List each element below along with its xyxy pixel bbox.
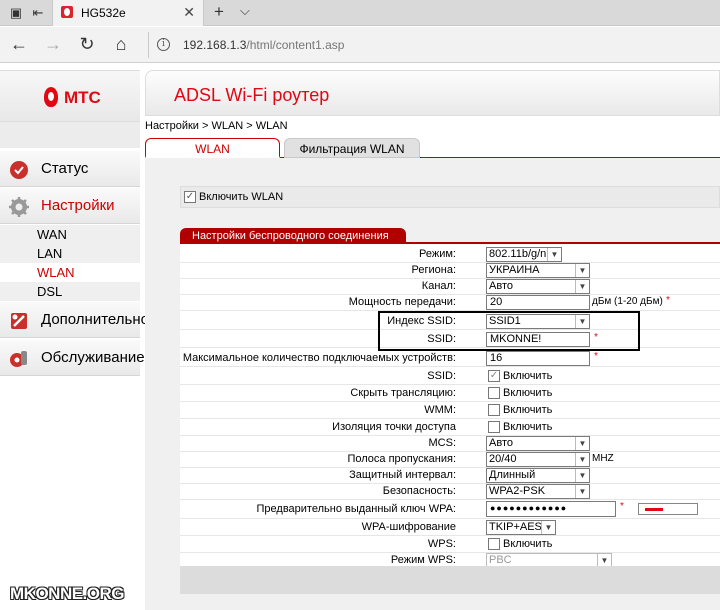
ssid-enable-row: SSID: ✓ Включить — [180, 368, 720, 385]
sidebar: МТС Статус Настройки WAN LAN WLAN DSL До… — [0, 64, 149, 610]
logo: МТС — [0, 70, 140, 122]
tx-power-input[interactable]: 20 — [486, 295, 590, 310]
tab-back-icon[interactable]: ⇤ — [30, 5, 46, 21]
enable-wlan-label: Включить WLAN — [199, 191, 284, 203]
info-icon[interactable]: i — [157, 38, 170, 51]
enable-wlan-checkbox[interactable]: ✓ — [184, 191, 196, 203]
address-bar[interactable]: i 192.168.1.3/html/content1.asp — [148, 32, 720, 58]
forward-arrow-icon[interactable]: → — [42, 33, 64, 55]
wps-row: WPS: Включить — [180, 536, 720, 553]
menu-advanced[interactable]: Дополнительно — [0, 302, 149, 338]
hide-broadcast-row: Скрыть трансляцию: Включить — [180, 385, 720, 402]
enable-wlan-row: ✓ Включить WLAN — [180, 186, 720, 208]
wpa-key-input[interactable]: ●●●●●●●●●●●● — [486, 501, 616, 517]
sidebar-item-lan[interactable]: LAN — [0, 244, 140, 263]
status-icon — [10, 161, 28, 179]
security-row: Безопасность: WPA2-PSK ▼ — [180, 483, 720, 500]
ap-isolation-row: Изоляция точки доступа Включить — [180, 419, 720, 436]
password-strength-bar — [638, 503, 698, 515]
channel-row: Канал: Авто ▼ — [180, 278, 720, 295]
refresh-icon[interactable]: ↻ — [76, 33, 98, 55]
max-devices-row: Максимальное количество подключаемых уст… — [180, 350, 720, 367]
mcs-select[interactable]: Авто ▼ — [486, 436, 590, 451]
guard-interval-row: Защитный интервал: Длинный ▼ — [180, 467, 720, 484]
mode-select[interactable]: 802.11b/g/n ▼ — [486, 247, 562, 262]
menu-status[interactable]: Статус — [0, 151, 140, 187]
bandwidth-row: Полоса пропускания: 20/40 ▼ MHZ — [180, 451, 720, 468]
tab-wlan[interactable]: WLAN — [145, 138, 280, 158]
page-tabs: WLAN Фильтрация WLAN — [145, 138, 720, 158]
sidebar-item-wlan[interactable]: WLAN — [0, 263, 140, 282]
wmm-checkbox[interactable] — [488, 404, 500, 417]
max-devices-input[interactable]: 16 — [486, 351, 590, 366]
breadcrumb: Настройки > WLAN > WLAN — [145, 120, 288, 132]
menu-settings[interactable]: Настройки — [0, 188, 140, 224]
new-tab-icon[interactable]: + — [214, 2, 224, 22]
channel-select[interactable]: Авто ▼ — [486, 279, 590, 294]
watermark: MKONNE.ORG — [10, 584, 125, 603]
mode-row: Режим: 802.11b/g/n ▼ — [180, 246, 720, 263]
bandwidth-select[interactable]: 20/40 ▼ — [486, 452, 590, 467]
region-row: Регионa: УКРАИНА ▼ — [180, 262, 720, 279]
page-title: ADSL Wi-Fi роутер — [174, 85, 330, 105]
hide-broadcast-checkbox[interactable] — [488, 387, 500, 400]
settings-submenu: WAN LAN WLAN DSL — [0, 225, 140, 301]
menu-maintenance[interactable]: Обслуживание — [0, 340, 145, 376]
tools-icon — [11, 313, 27, 329]
wpa-encryption-row: WPA-шифрование TKIP+AES ▼ — [180, 519, 720, 536]
guard-interval-select[interactable]: Длинный ▼ — [486, 468, 590, 483]
ssid-enable-checkbox[interactable]: ✓ — [488, 370, 500, 383]
home-icon[interactable]: ⌂ — [110, 33, 132, 55]
form-footer — [180, 566, 720, 594]
url-text: 192.168.1.3/html/content1.asp — [183, 38, 345, 52]
sidebar-item-dsl[interactable]: DSL — [0, 282, 140, 301]
wpa-encryption-select[interactable]: TKIP+AES ▼ — [486, 520, 556, 535]
mts-egg-icon — [44, 87, 58, 107]
browser-nav-bar: ← → ↻ ⌂ i 192.168.1.3/html/content1.asp — [0, 27, 720, 63]
mcs-row: MCS: Авто ▼ — [180, 435, 720, 452]
sidebar-item-wan[interactable]: WAN — [0, 225, 140, 244]
region-select[interactable]: УКРАИНА ▼ — [486, 263, 590, 278]
ap-isolation-checkbox[interactable] — [488, 421, 500, 434]
back-arrow-icon[interactable]: ← — [8, 33, 30, 55]
tab-title: HG532e — [81, 6, 126, 20]
browser-tab-bar: ▣ ⇤ HG532e ✕ + ⌵ — [0, 0, 720, 26]
security-select[interactable]: WPA2-PSK ▼ — [486, 484, 590, 499]
wmm-row: WMM: Включить — [180, 402, 720, 419]
browser-tab[interactable]: HG532e ✕ — [52, 0, 204, 26]
annotation-highlight-box — [378, 311, 640, 351]
gear-icon — [9, 197, 29, 217]
chevron-down-icon[interactable]: ⌵ — [240, 3, 250, 19]
wps-checkbox[interactable] — [488, 538, 500, 551]
close-icon[interactable]: ✕ — [183, 4, 195, 21]
tab-wlan-filter[interactable]: Фильтрация WLAN — [284, 138, 420, 158]
tx-power-row: Мощность передачи: 20 дБм (1-20 дБм) * — [180, 294, 720, 311]
tab-actions-icon[interactable]: ▣ — [8, 5, 24, 21]
mts-favicon-icon — [61, 6, 73, 18]
page-header: ADSL Wi-Fi роутер — [145, 70, 720, 116]
maintenance-icon — [10, 351, 27, 367]
